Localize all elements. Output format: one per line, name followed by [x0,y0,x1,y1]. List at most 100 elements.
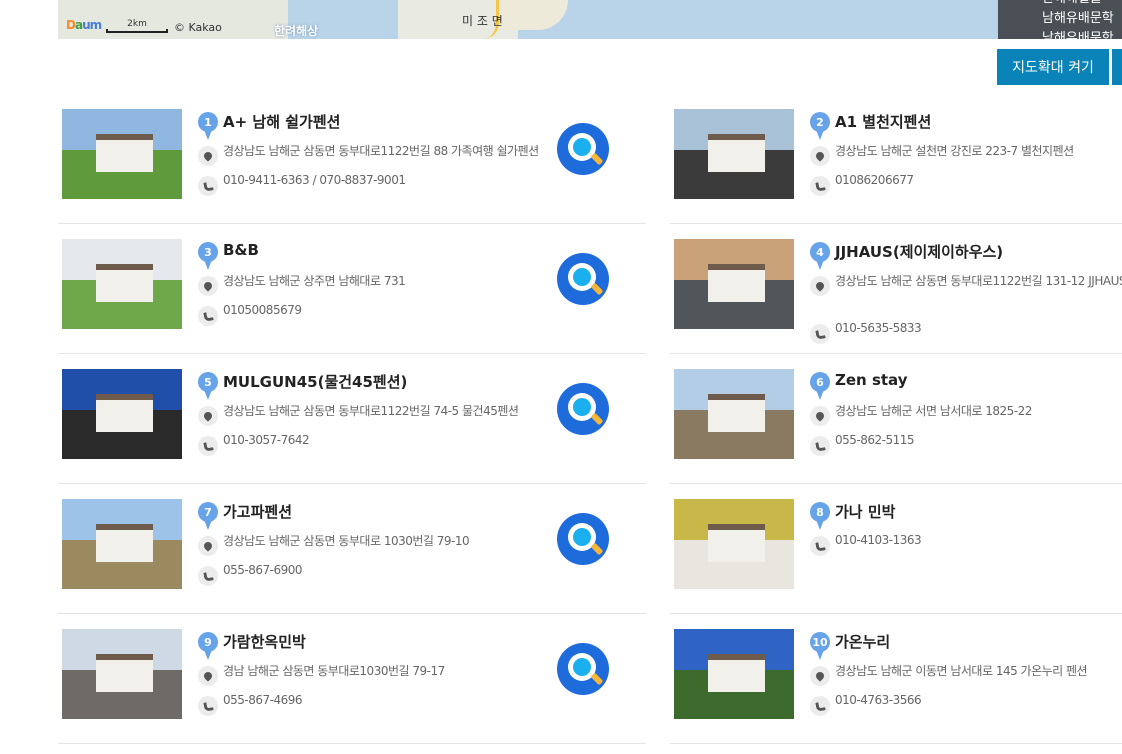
pin-number: 7 [198,502,218,522]
listing-item[interactable]: 1 A+ 남해 쉴가펜션경상남도 남해군 삼동면 동부대로1122번길 88 가족… [58,94,646,224]
listing-thumbnail[interactable] [62,239,182,329]
phone-icon [198,696,218,716]
phone-icon [810,536,830,556]
map-pin-icon: 3 [198,242,218,270]
listing-name[interactable]: 가고파펜션 [223,501,292,522]
phone-icon [198,176,218,196]
listing-item[interactable]: 8 가나 민박 010-4103-1363 [670,484,1122,614]
listing-phone: 010-4763-3566 [835,693,922,707]
phone-icon [810,176,830,196]
pin-number: 9 [198,632,218,652]
map-zoom-button[interactable]: 지도확대 켜기 [997,49,1109,85]
pin-number: 8 [810,502,830,522]
map-logo: Daum [66,18,102,32]
listing-phone: 055-867-6900 [223,563,303,577]
pin-number: 6 [810,372,830,392]
location-icon [198,536,218,556]
listing-item[interactable]: 6 Zen stay 경상남도 남해군 서면 남서대로 1825-22 055-862… [670,354,1122,484]
map-pin-icon: 5 [198,372,218,400]
listing-item[interactable]: 9 가람한옥민박 경남 남해군 삼동면 동부대로1030번길 79-17 055-86… [58,614,646,744]
listing-thumbnail[interactable] [62,369,182,459]
map-pin-icon: 4 [810,242,830,270]
map-side-panel[interactable]: 관해해길골 남해유배문학 남해유배문학 [998,0,1122,39]
listing-thumbnail[interactable] [674,109,794,199]
listing-item[interactable]: 5 MULGUN45(물건45펜션) 경상남도 남해군 삼동면 동부대로1122번길… [58,354,646,484]
listing-thumbnail[interactable] [62,109,182,199]
phone-icon [810,696,830,716]
listing-phone: 01086206677 [835,173,914,187]
listing-thumbnail[interactable] [62,499,182,589]
listing-name[interactable]: A1 별천지펜션 [835,111,931,132]
listing-phone: 055-867-4696 [223,693,303,707]
location-icon [810,666,830,686]
listing-address: 경상남도 남해군 이동면 남서대로 145 가온누리 펜션 [835,664,1088,678]
listing-item[interactable]: 10 가온누리경상남도 남해군 이동면 남서대로 145 가온누리 펜션 010-4… [670,614,1122,744]
listing-name[interactable]: JJHAUS(제이제이하우스) [835,241,1003,262]
pin-number: 2 [810,112,830,132]
map-pin-icon: 2 [810,112,830,140]
listing-item[interactable]: 7 가고파펜션경상남도 남해군 삼동면 동부대로 1030번길 79-10 055-… [58,484,646,614]
listing-thumbnail[interactable] [674,629,794,719]
listing-name[interactable]: 가람한옥민박 [223,631,306,652]
listing-thumbnail[interactable] [674,239,794,329]
listing-name[interactable]: Zen stay [835,371,908,389]
search-detail-icon[interactable] [557,253,609,305]
listing-name[interactable]: 가온누리 [835,631,890,652]
listing-item[interactable]: 4 JJHAUS(제이제이하우스) 경상남도 남해군 삼동면 동부대로1122번길 … [670,224,1122,354]
phone-icon [810,324,830,344]
location-icon [198,146,218,166]
map-panel-line: 관해해길골 [1042,0,1122,9]
map-land [498,0,568,30]
listing-name[interactable]: 가나 민박 [835,501,895,522]
listing-thumbnail[interactable] [674,369,794,459]
listing-address: 경상남도 남해군 설천면 강진로 223-7 별천지펜션 [835,144,1074,158]
listing-address: 경상남도 남해군 삼동면 동부대로1122번길 131-12 JJHAUS [835,274,1122,288]
listing-phone: 010-9411-6363 / 070-8837-9001 [223,173,406,187]
listing-phone: 010-3057-7642 [223,433,310,447]
listing-name[interactable]: B&B [223,241,259,259]
listing-name[interactable]: MULGUN45(물건45펜션) [223,371,407,392]
map-panel-line: 남해유배문학 [1042,11,1114,26]
listing-thumbnail[interactable] [62,629,182,719]
phone-icon [198,436,218,456]
map-scale-label: 2km [127,19,147,29]
location-icon [810,406,830,426]
map-panel-line: 남해유배문학 [1042,31,1114,39]
pin-number: 3 [198,242,218,262]
map-sea-label: 한려해상 [274,24,319,38]
listing-address: 경상남도 남해군 서면 남서대로 1825-22 [835,404,1032,418]
listing-phone: 055-862-5115 [835,433,915,447]
search-detail-icon[interactable] [557,643,609,695]
pin-number: 5 [198,372,218,392]
listing-address: 경상남도 남해군 삼동면 동부대로1122번길 74-5 물건45펜션 [223,404,519,418]
map-pin-icon: 7 [198,502,218,530]
listing-name[interactable]: A+ 남해 쉴가펜션 [223,111,340,132]
listing-thumbnail[interactable] [674,499,794,589]
map-extra-button[interactable] [1112,49,1122,85]
map-town-label: 미 조 면 [462,14,503,28]
search-detail-icon[interactable] [557,123,609,175]
phone-icon [198,306,218,326]
listing-phone: 01050085679 [223,303,302,317]
search-detail-icon[interactable] [557,383,609,435]
listing-phone: 010-5635-5833 [835,321,922,335]
listing-address: 경상남도 남해군 삼동면 동부대로 1030번길 79-10 [223,534,470,548]
map-pin-icon: 9 [198,632,218,660]
location-icon [198,406,218,426]
listing-item[interactable]: 3 B&B 경상남도 남해군 상주면 남해대로 731 01050085679 [58,224,646,354]
phone-icon [810,436,830,456]
location-icon [810,276,830,296]
listing-item[interactable]: 2 A1 별천지펜션경상남도 남해군 설천면 강진로 223-7 별천지펜션 010… [670,94,1122,224]
map-pin-icon: 8 [810,502,830,530]
map-view[interactable]: Daum 2km © Kakao 한려해상 미 조 면 관해해길골 남해유배문학… [58,0,1122,39]
location-icon [198,276,218,296]
pin-number: 10 [810,632,830,652]
phone-icon [198,566,218,586]
pin-number: 4 [810,242,830,262]
map-copyright: © Kakao [174,21,222,34]
map-pin-icon: 1 [198,112,218,140]
map-pin-icon: 6 [810,372,830,400]
search-detail-icon[interactable] [557,513,609,565]
listing-address: 경상남도 남해군 삼동면 동부대로1122번길 88 가족여행 쉴가펜션 [223,144,539,158]
listing-grid: 1 A+ 남해 쉴가펜션경상남도 남해군 삼동면 동부대로1122번길 88 가족… [58,94,1122,754]
